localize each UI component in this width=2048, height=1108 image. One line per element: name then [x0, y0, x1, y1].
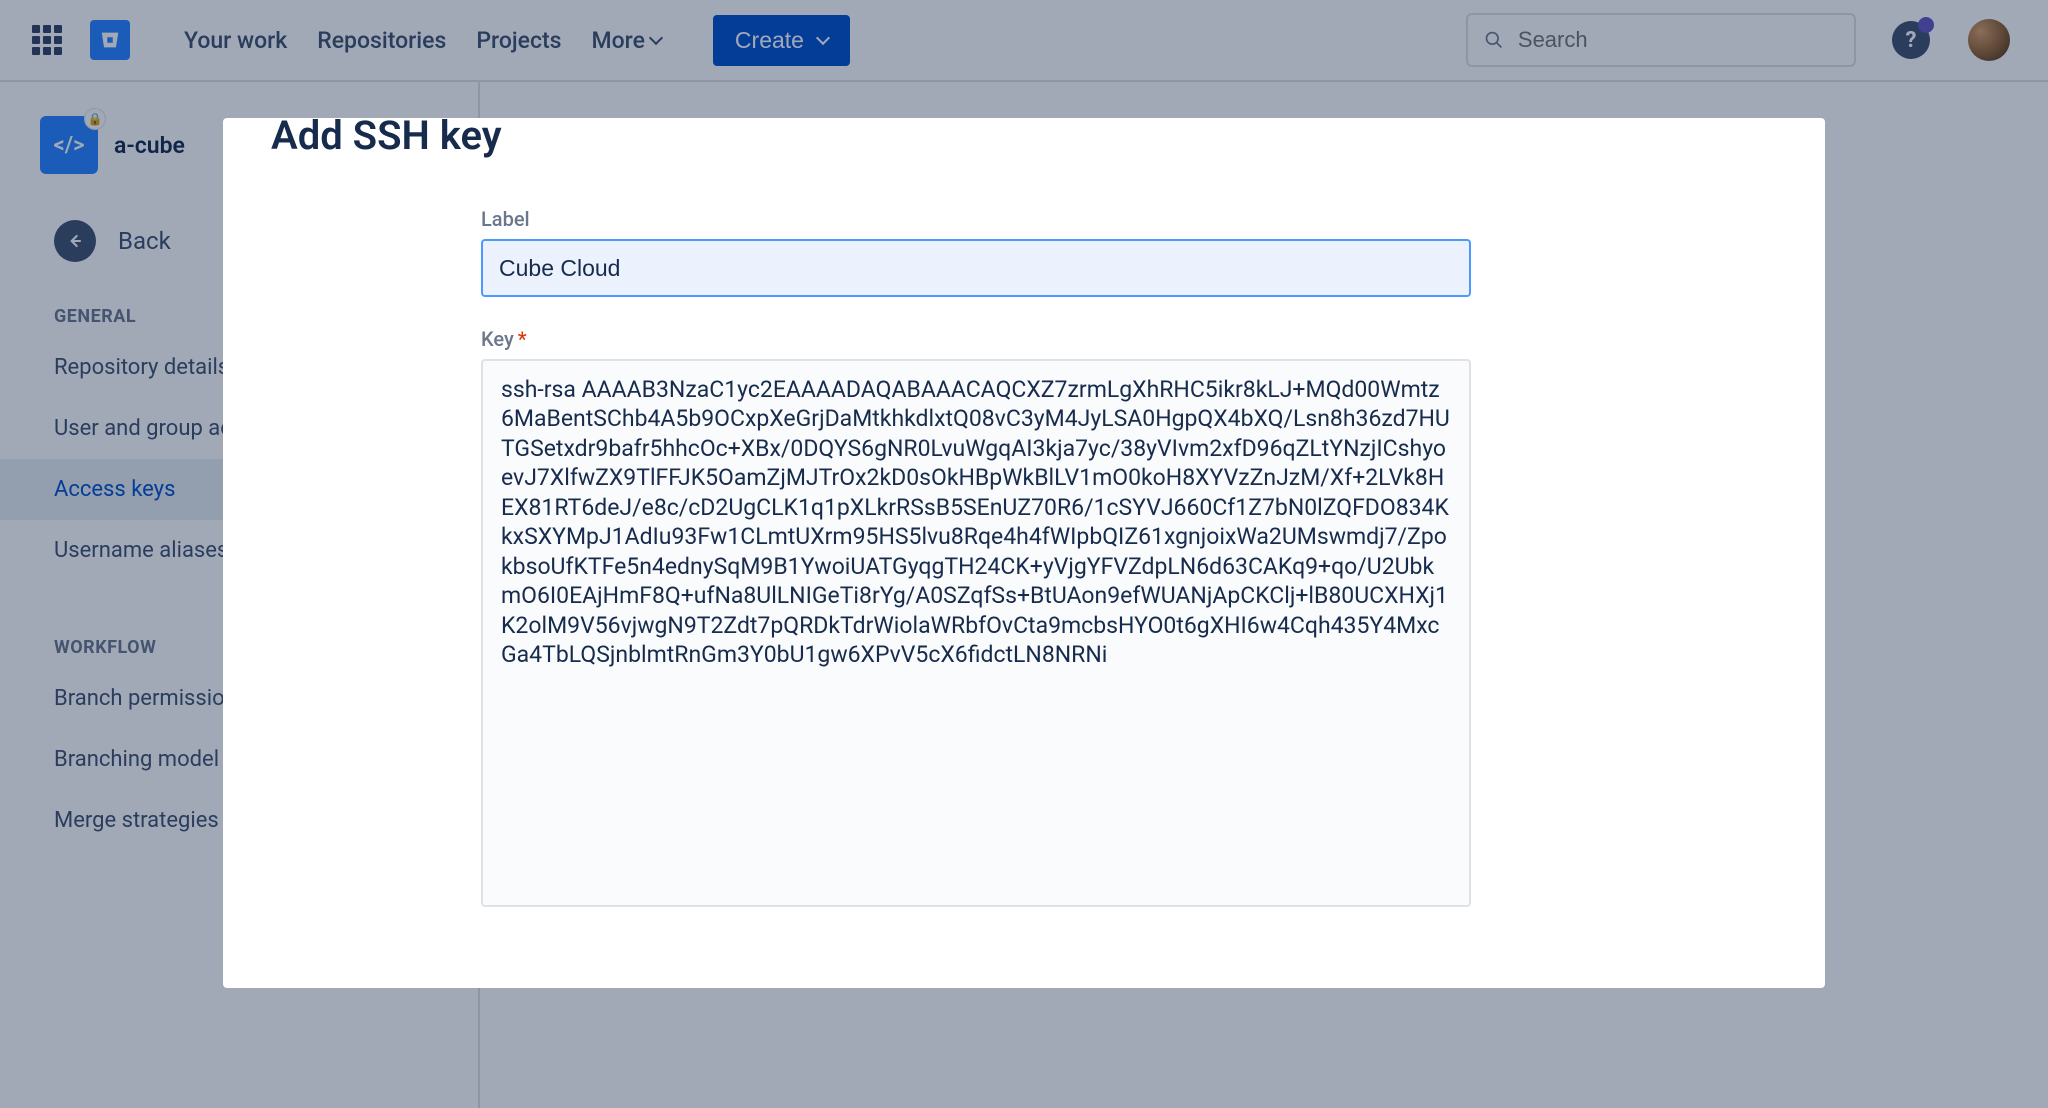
- key-field-label: Key *: [481, 327, 1471, 351]
- modal-form: Label Key *: [481, 207, 1471, 911]
- add-ssh-key-modal: Add SSH key Label Key *: [223, 118, 1825, 988]
- key-textarea[interactable]: [481, 359, 1471, 907]
- label-field-label: Label: [481, 207, 1471, 231]
- required-asterisk: *: [518, 327, 527, 351]
- label-input[interactable]: [481, 239, 1471, 297]
- modal-title: Add SSH key: [271, 118, 1771, 159]
